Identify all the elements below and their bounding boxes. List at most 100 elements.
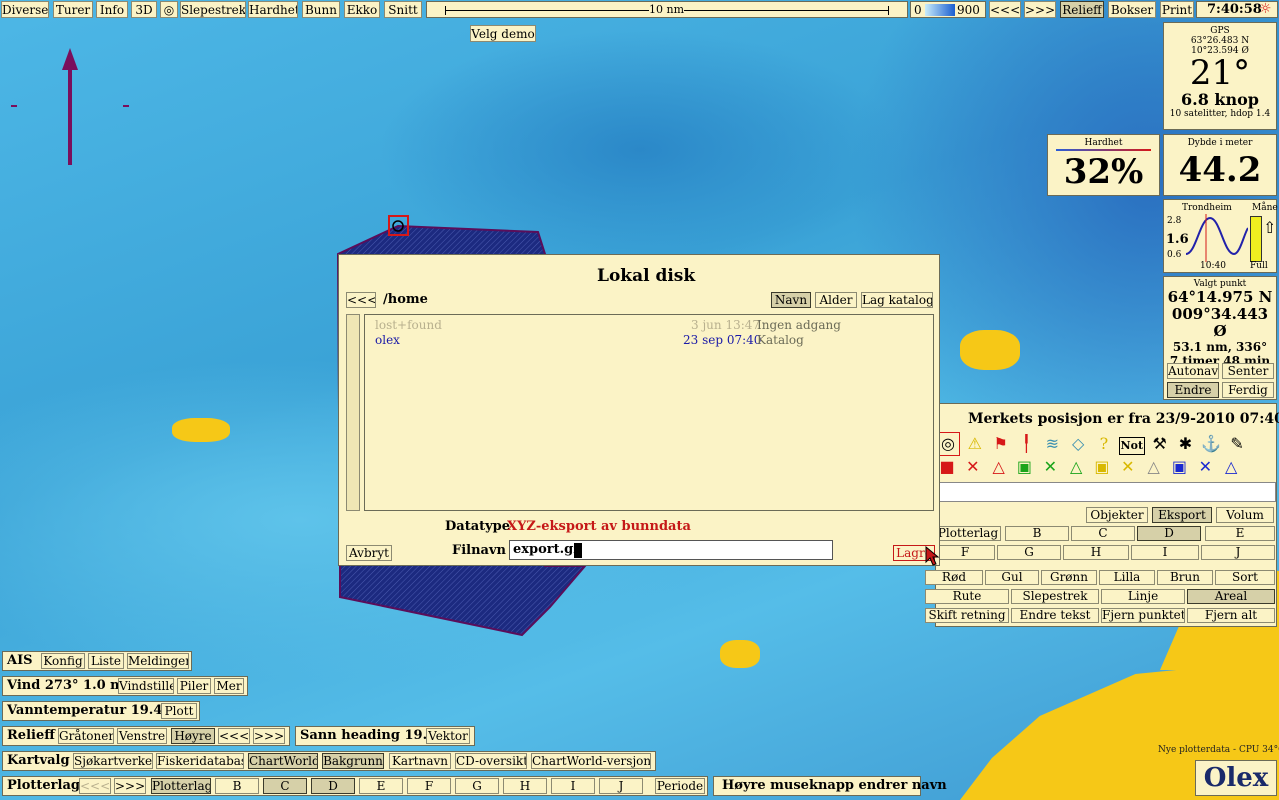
hammer-icon[interactable]: ⚒ xyxy=(1149,433,1171,455)
ais-liste-button[interactable]: Liste xyxy=(88,653,124,669)
red-cross-icon[interactable]: ✕ xyxy=(962,456,984,478)
plotter-layer-c-button[interactable]: C xyxy=(263,778,307,794)
warning-mark-icon[interactable]: ⚠ xyxy=(964,433,986,455)
back-button[interactable]: <<< xyxy=(346,292,376,308)
plotter-h[interactable]: H xyxy=(1063,545,1129,560)
blue-square-icon[interactable]: ▣ xyxy=(1168,456,1190,478)
chart-kartnavn-button[interactable]: Kartnavn xyxy=(389,753,451,769)
plotter-layer-f-button[interactable]: F xyxy=(407,778,451,794)
filename-input[interactable]: export.gz xyxy=(509,540,833,560)
file-row[interactable]: olex 23 sep 07:40 Katalog xyxy=(365,333,933,347)
menu-3d[interactable]: 3D xyxy=(131,1,157,18)
yellow-cross-icon[interactable]: ✕ xyxy=(1117,456,1139,478)
file-list-scrollbar[interactable] xyxy=(346,314,360,511)
target-icon[interactable]: ◎ xyxy=(160,1,178,18)
chart-chartworld-versjoner-button[interactable]: ChartWorld-versjoner xyxy=(531,753,651,769)
menu-diverse[interactable]: Diverse xyxy=(1,1,49,18)
ais-konfig-button[interactable]: Konfig xyxy=(41,653,85,669)
red-flag-icon[interactable]: ⚑ xyxy=(990,433,1012,455)
green-square-icon[interactable]: ▣ xyxy=(1013,456,1035,478)
relief-prev-button[interactable]: <<< xyxy=(218,728,250,744)
color-gronn[interactable]: Grønn xyxy=(1041,570,1097,585)
sort-name-button[interactable]: Navn xyxy=(771,292,811,308)
plotter-j[interactable]: J xyxy=(1201,545,1275,560)
plotter-b[interactable]: B xyxy=(1005,526,1069,541)
plotter-prev-button[interactable]: <<< xyxy=(79,778,111,794)
wreck-icon[interactable]: ✱ xyxy=(1174,433,1196,455)
red-triangle-icon[interactable]: △ xyxy=(988,456,1010,478)
sort-age-button[interactable]: Alder xyxy=(815,292,857,308)
wind-piler-button[interactable]: Piler xyxy=(177,678,211,694)
heading-vektor-button[interactable]: Vektor xyxy=(426,728,470,744)
blue-cross-icon[interactable]: ✕ xyxy=(1194,456,1216,478)
tool-icon[interactable]: ✎ xyxy=(1226,433,1248,455)
plotter-periode-button[interactable]: Periode xyxy=(655,778,705,794)
relief-venstre-button[interactable]: Venstre xyxy=(117,728,167,744)
question-mark-icon[interactable]: ? xyxy=(1093,433,1115,455)
color-brun[interactable]: Brun xyxy=(1157,570,1213,585)
action-fjern-punktet[interactable]: Fjern punktet xyxy=(1101,608,1185,623)
menu-hardhet[interactable]: Hardhet xyxy=(248,1,298,18)
not-mark[interactable]: Not xyxy=(1118,437,1145,455)
yellow-square-icon[interactable]: ▣ xyxy=(1091,456,1113,478)
yellow-triangle-icon[interactable]: △ xyxy=(1143,456,1165,478)
menu-slepestrek[interactable]: Slepestrek xyxy=(180,1,246,18)
wind-mer-button[interactable]: Mer xyxy=(214,678,244,694)
plotter-layer-j-button[interactable]: J xyxy=(599,778,643,794)
plotterlag-button[interactable]: Plotterlag xyxy=(935,526,1001,541)
chart-sjokartverket-button[interactable]: Sjøkartverket xyxy=(73,753,153,769)
endre-button[interactable]: Endre xyxy=(1167,382,1219,398)
type-linje[interactable]: Linje xyxy=(1101,589,1185,604)
fish-pair-icon[interactable]: ≋ xyxy=(1041,433,1063,455)
plotter-layer-g-button[interactable]: G xyxy=(455,778,499,794)
green-triangle-icon[interactable]: △ xyxy=(1065,456,1087,478)
menu-turer[interactable]: Turer xyxy=(53,1,93,18)
plotter-layer-i-button[interactable]: I xyxy=(551,778,595,794)
chart-chartworld-button[interactable]: ChartWorld xyxy=(248,753,318,769)
chart-fiskeridatabase-button[interactable]: Fiskeridatabase xyxy=(156,753,244,769)
print-button[interactable]: Print xyxy=(1160,1,1194,18)
type-areal[interactable]: Areal xyxy=(1187,589,1275,604)
relief-hoyre-button[interactable]: Høyre xyxy=(171,728,215,744)
plotter-layer-h-button[interactable]: H xyxy=(503,778,547,794)
type-rute[interactable]: Rute xyxy=(925,589,1009,604)
menu-info[interactable]: Info xyxy=(96,1,128,18)
chart-bakgrunn-button[interactable]: Bakgrunn xyxy=(322,753,384,769)
tab-objekter[interactable]: Objekter xyxy=(1086,507,1148,523)
zoom-prev-button[interactable]: <<< xyxy=(989,1,1021,18)
blue-triangle-icon[interactable]: △ xyxy=(1220,456,1242,478)
pole-mark-icon[interactable]: ╿ xyxy=(1015,433,1037,455)
file-row[interactable]: lost+found 3 jun 13:47 Ingen adgang xyxy=(365,318,933,332)
menu-bunn[interactable]: Bunn xyxy=(302,1,340,18)
water-plott-button[interactable]: Plott xyxy=(161,703,197,719)
datatype-value[interactable]: XYZ-eksport av bunndata xyxy=(507,519,691,534)
action-skift-retning[interactable]: Skift retning xyxy=(925,608,1009,623)
color-lilla[interactable]: Lilla xyxy=(1099,570,1155,585)
relief-gratoner-button[interactable]: Gråtoner xyxy=(58,728,114,744)
mark-name-input[interactable] xyxy=(939,482,1276,502)
action-fjern-alt[interactable]: Fjern alt xyxy=(1187,608,1275,623)
cancel-button[interactable]: Avbryt xyxy=(346,545,392,561)
plotter-d[interactable]: D xyxy=(1137,526,1201,541)
zoom-next-button[interactable]: >>> xyxy=(1024,1,1056,18)
plotter-next-button[interactable]: >>> xyxy=(114,778,146,794)
plotter-layer-d-button[interactable]: D xyxy=(311,778,355,794)
senter-button[interactable]: Senter xyxy=(1222,363,1274,379)
anchor-icon[interactable]: ⚓ xyxy=(1200,433,1222,455)
plotter-e[interactable]: E xyxy=(1205,526,1275,541)
ferdig-button[interactable]: Ferdig xyxy=(1222,382,1274,398)
relief-next-button[interactable]: >>> xyxy=(253,728,285,744)
color-sort[interactable]: Sort xyxy=(1215,570,1275,585)
color-gul[interactable]: Gul xyxy=(985,570,1039,585)
type-slepestrek[interactable]: Slepestrek xyxy=(1011,589,1099,604)
wind-vindstille-button[interactable]: Vindstille xyxy=(118,678,174,694)
plotter-layer-a-button[interactable]: Plotterlag xyxy=(151,778,211,794)
autonav-button[interactable]: Autonav xyxy=(1167,363,1219,379)
tab-eksport[interactable]: Eksport xyxy=(1152,507,1212,523)
fish-icon[interactable]: ◇ xyxy=(1067,433,1089,455)
bokser-button[interactable]: Bokser xyxy=(1108,1,1156,18)
plotter-g[interactable]: G xyxy=(997,545,1061,560)
make-dir-button[interactable]: Lag katalog xyxy=(861,292,933,308)
plotter-layer-e-button[interactable]: E xyxy=(359,778,403,794)
action-endre-tekst[interactable]: Endre tekst xyxy=(1011,608,1099,623)
